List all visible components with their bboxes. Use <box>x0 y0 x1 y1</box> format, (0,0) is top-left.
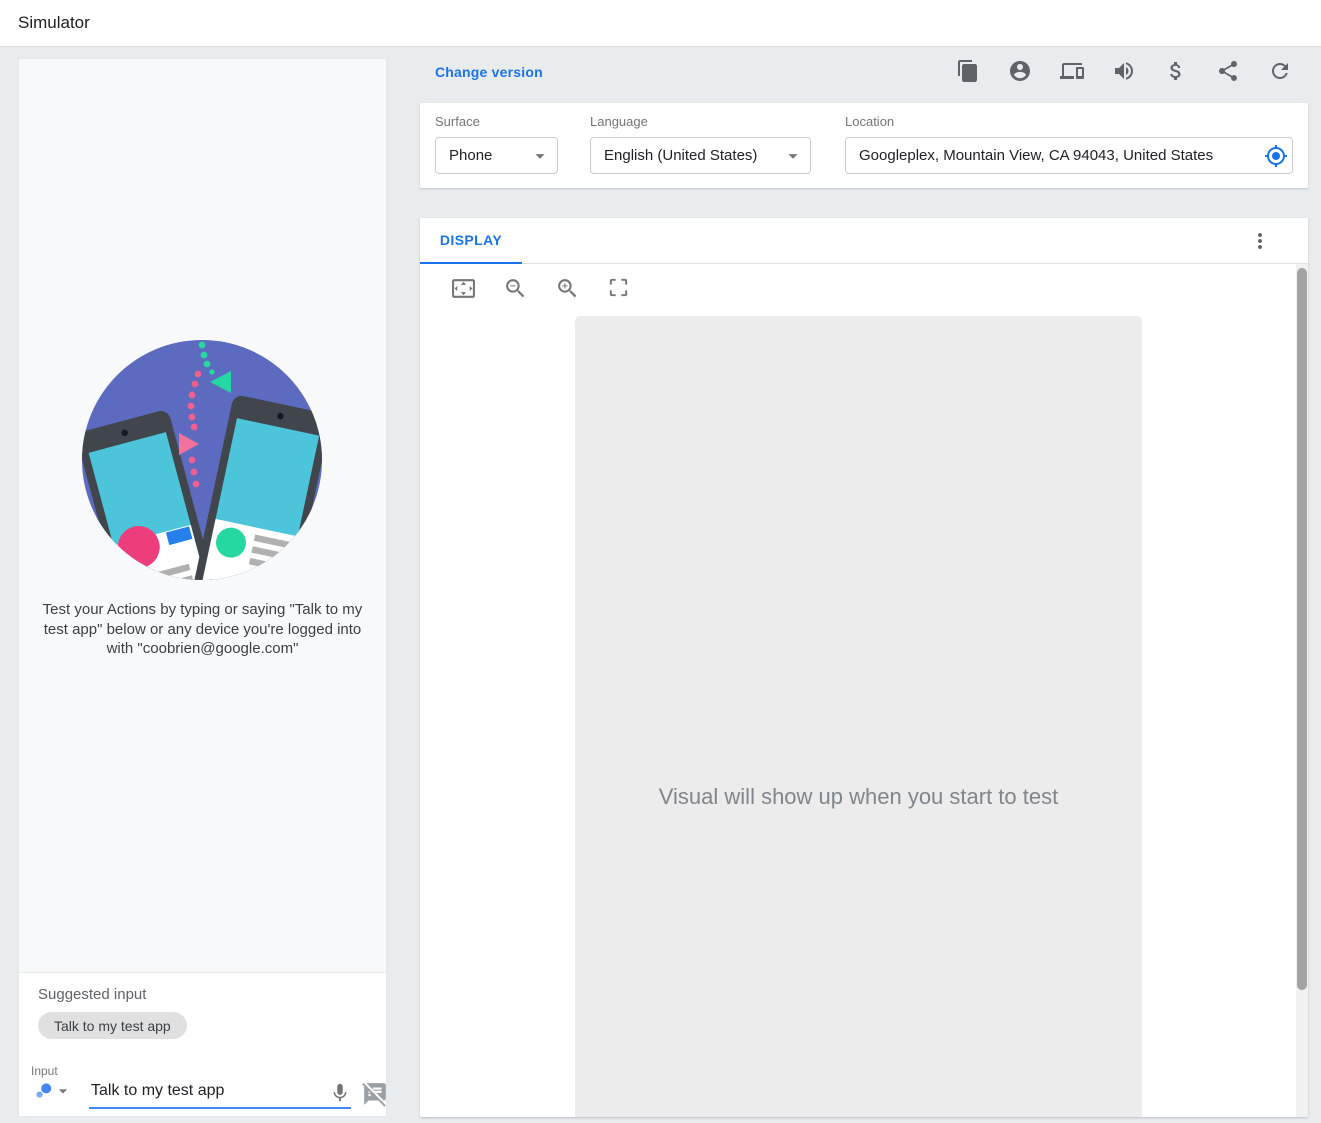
surface-select[interactable]: Phone <box>435 137 558 174</box>
top-app-bar: Simulator <box>0 0 1321 47</box>
query-input[interactable] <box>89 1082 307 1102</box>
suggestion-chip-label: Talk to my test app <box>54 1017 171 1034</box>
language-value: English (United States) <box>604 147 758 164</box>
display-toolbar <box>451 276 631 300</box>
scrollbar-thumb[interactable] <box>1297 268 1307 990</box>
input-label: Input <box>31 1064 58 1078</box>
input-row <box>31 1077 388 1109</box>
location-input[interactable] <box>859 147 1260 164</box>
scrollbar-track[interactable] <box>1296 264 1308 1117</box>
simulator-action-bar <box>420 59 1308 83</box>
refresh-icon[interactable] <box>1268 59 1292 83</box>
query-input-wrap <box>89 1077 351 1109</box>
language-select[interactable]: English (United States) <box>590 137 811 174</box>
volume-icon[interactable] <box>1112 59 1136 83</box>
account-icon[interactable] <box>1008 59 1032 83</box>
chevron-down-icon <box>529 145 551 167</box>
settings-card: Surface Phone Language English (United S… <box>420 103 1308 188</box>
dropdown-caret-icon <box>53 1081 73 1101</box>
page-title: Simulator <box>18 13 90 32</box>
visual-placeholder-text: Visual will show up when you start to te… <box>658 784 1059 809</box>
location-field: Location <box>845 114 1293 174</box>
fullscreen-icon[interactable] <box>607 276 631 300</box>
visual-preview-area: Visual will show up when you start to te… <box>575 316 1142 1117</box>
surface-label: Surface <box>435 114 480 129</box>
conversation-panel: Test your Actions by typing or saying "T… <box>18 58 387 1117</box>
tab-display[interactable]: DISPLAY <box>420 218 522 264</box>
chevron-down-icon <box>782 145 804 167</box>
conversation-empty-state: Test your Actions by typing or saying "T… <box>19 59 386 972</box>
language-field: Language English (United States) <box>590 114 811 174</box>
surface-value: Phone <box>449 147 493 164</box>
suggested-input-label: Suggested input <box>38 986 147 1003</box>
devices-icon[interactable] <box>1060 59 1084 83</box>
location-label: Location <box>845 114 895 129</box>
language-label: Language <box>590 114 648 129</box>
speaker-notes-off-icon[interactable] <box>362 1081 388 1109</box>
zoom-in-icon[interactable] <box>555 276 579 300</box>
input-mode-selector[interactable] <box>31 1077 75 1109</box>
copy-output-icon[interactable] <box>956 59 980 83</box>
fit-to-screen-icon[interactable] <box>451 276 475 300</box>
test-instructions-text: Test your Actions by typing or saying "T… <box>42 601 363 657</box>
mic-icon[interactable] <box>329 1082 351 1104</box>
zoom-out-icon[interactable] <box>503 276 527 300</box>
assistant-icon <box>35 1082 53 1100</box>
share-icon[interactable] <box>1216 59 1240 83</box>
location-input-box <box>845 137 1293 174</box>
more-vert-icon[interactable] <box>1248 229 1272 253</box>
my-location-icon[interactable] <box>1264 144 1288 168</box>
suggestion-chip[interactable]: Talk to my test app <box>38 1012 187 1039</box>
display-tab-bar: DISPLAY <box>420 218 1308 264</box>
input-section: Suggested input Talk to my test app Inpu… <box>19 972 386 1116</box>
billing-icon[interactable] <box>1164 59 1188 83</box>
surface-field: Surface Phone <box>435 114 558 174</box>
display-card: DISPLAY Visual will show up when you sta… <box>420 218 1308 1117</box>
phones-illustration <box>82 340 322 580</box>
